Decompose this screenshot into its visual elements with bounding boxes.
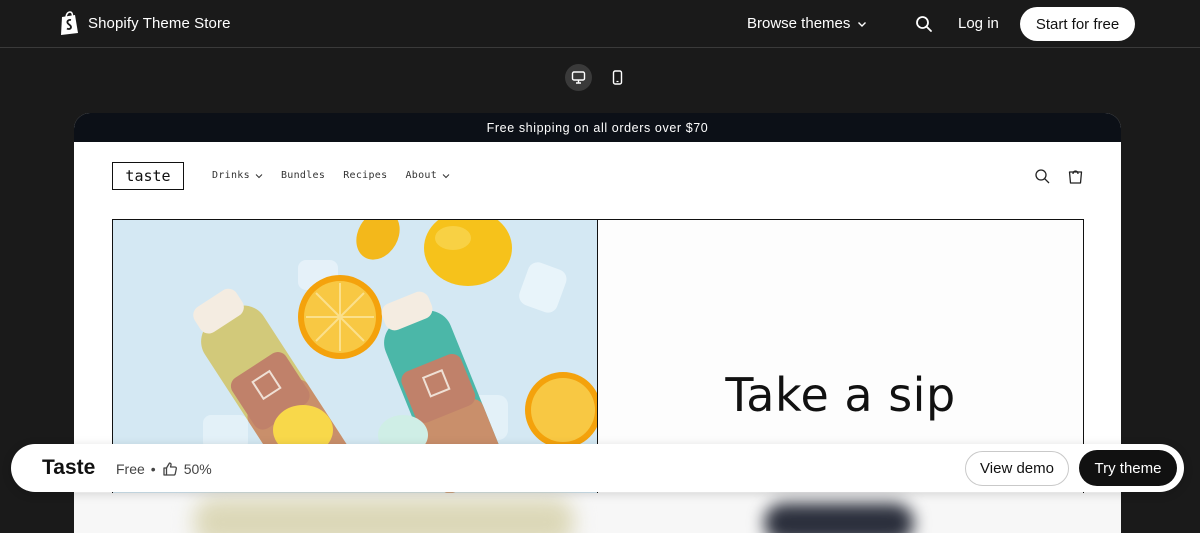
shop-nav-label: Recipes [343,170,388,181]
desktop-icon [571,71,586,84]
search-icon[interactable] [914,14,934,34]
theme-rating: 50% [183,461,212,477]
mobile-icon [612,70,623,85]
theme-action-bar: Taste Free • 50% View demo Try theme [11,444,1184,492]
desktop-view-toggle[interactable] [565,64,592,91]
browse-themes-button[interactable]: Browse themes [747,15,867,32]
shop-nav-item-recipes[interactable]: Recipes [343,170,387,181]
chevron-down-icon [255,173,263,178]
try-theme-button[interactable]: Try theme [1079,450,1177,486]
shop-nav: Drinks Bundles Recipes About [212,170,450,181]
view-demo-button[interactable]: View demo [965,451,1069,486]
mobile-view-toggle[interactable] [604,64,631,91]
chevron-down-icon [858,21,867,27]
top-navigation: Shopify Theme Store Browse themes Log in… [0,0,1200,48]
search-icon[interactable] [1034,168,1051,185]
shop-nav-label: About [405,170,438,181]
thumbs-up-icon [163,462,177,476]
shopify-bag-icon [61,11,78,35]
theme-meta: Free • 50% [116,461,212,477]
preview-blur-shape [194,498,574,533]
brand-name: Shopify Theme Store [88,15,231,32]
cart-icon[interactable] [1067,167,1084,185]
browse-themes-label: Browse themes [747,15,851,32]
shop-nav-label: Drinks [212,170,250,181]
shop-logo[interactable]: taste [112,162,184,190]
hero-heading: Take a sip [725,368,956,422]
brand-link[interactable]: Shopify Theme Store [59,11,231,36]
theme-name: Taste [42,456,96,479]
theme-price: Free [116,461,145,477]
shop-nav-label: Bundles [280,170,326,181]
login-link[interactable]: Log in [958,15,999,32]
meta-separator: • [150,461,156,477]
announcement-bar: Free shipping on all orders over $70 [74,113,1121,142]
shop-header: taste Drinks Bundles Recipes About [74,142,1121,219]
shop-nav-item-drinks[interactable]: Drinks [212,170,263,181]
shop-nav-item-about[interactable]: About [405,170,450,181]
chevron-down-icon [442,173,450,178]
preview-blur-shape [764,503,914,533]
start-for-free-button[interactable]: Start for free [1020,7,1135,41]
shop-nav-item-bundles[interactable]: Bundles [281,170,325,181]
